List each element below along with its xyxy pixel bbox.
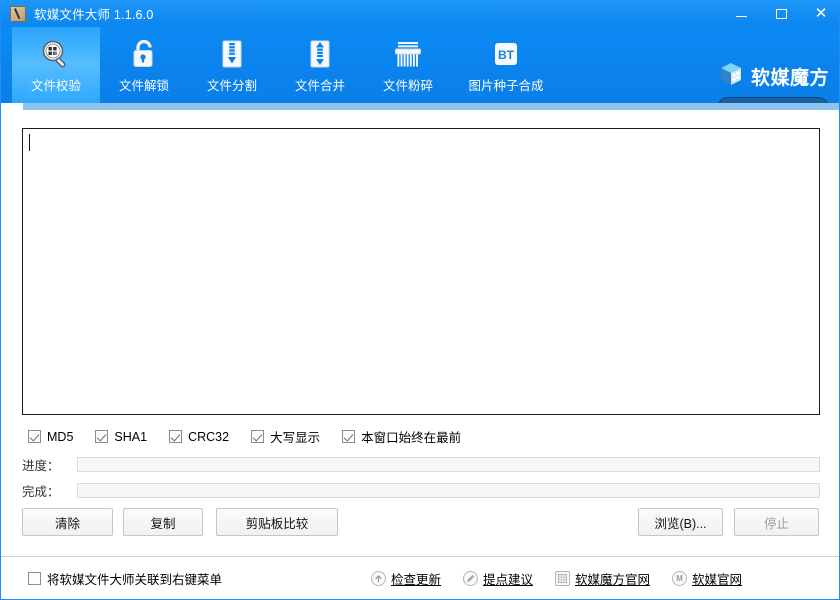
pencil-circle-icon bbox=[463, 571, 478, 586]
copy-button[interactable]: 复制 bbox=[123, 508, 203, 536]
tab-label: 文件分割 bbox=[207, 75, 257, 94]
brand-row: 软媒魔方 bbox=[718, 61, 829, 92]
tab-file-split[interactable]: 文件分割 bbox=[188, 27, 276, 103]
checkbox-box[interactable] bbox=[342, 430, 355, 443]
checkbox-crc32[interactable]: CRC32 bbox=[169, 430, 229, 444]
letter-m-circle-icon: M bbox=[672, 571, 687, 586]
minimize-button[interactable] bbox=[721, 0, 761, 27]
checkbox-box[interactable] bbox=[95, 430, 108, 443]
link-ruanmei-site[interactable]: M 软媒官网 bbox=[672, 569, 742, 588]
tab-file-verify[interactable]: 文件校验 bbox=[12, 27, 100, 103]
shredder-icon bbox=[390, 36, 426, 70]
tab-label: 文件解锁 bbox=[119, 75, 169, 94]
progress-label: 完成： bbox=[22, 481, 77, 500]
tab-label: 文件粉碎 bbox=[383, 75, 433, 94]
progress-row-current: 进度： bbox=[22, 455, 820, 474]
svg-text:BT: BT bbox=[498, 48, 515, 62]
checkbox-box[interactable] bbox=[251, 430, 264, 443]
checkbox-label: MD5 bbox=[47, 430, 73, 444]
file-merge-updown-icon bbox=[302, 36, 338, 70]
window-title: 软媒文件大师 1.1.6.0 bbox=[34, 4, 154, 23]
close-icon: ✕ bbox=[815, 6, 828, 21]
tab-label: 文件合并 bbox=[295, 75, 345, 94]
link-label: 检查更新 bbox=[391, 569, 441, 588]
hash-options-row: MD5 SHA1 CRC32 大写显示 本窗口始终在最前 bbox=[28, 427, 483, 446]
link-ruanmei-cube-site[interactable]: 软媒魔方官网 bbox=[555, 569, 650, 588]
title-bar[interactable]: 软媒文件大师 1.1.6.0 ✕ bbox=[1, 0, 840, 27]
clear-button[interactable]: 清除 bbox=[22, 508, 113, 536]
checkbox-label: 本窗口始终在最前 bbox=[361, 427, 461, 446]
progress-row-complete: 完成： bbox=[22, 481, 820, 500]
brand-name: 软媒魔方 bbox=[751, 63, 829, 90]
tab-label: 图片种子合成 bbox=[468, 75, 543, 94]
checkbox-box[interactable] bbox=[169, 430, 182, 443]
status-bar: 将软媒文件大师关联到右键菜单 检查更新 bbox=[1, 557, 840, 600]
checkbox-md5[interactable]: MD5 bbox=[28, 430, 73, 444]
progress-bar-complete bbox=[77, 483, 820, 498]
checkbox-context-menu-assoc[interactable]: 将软媒文件大师关联到右键菜单 bbox=[28, 569, 222, 588]
link-check-update[interactable]: 检查更新 bbox=[371, 569, 441, 588]
checkbox-box[interactable] bbox=[28, 572, 41, 585]
grid-square-icon bbox=[555, 571, 570, 586]
checkbox-label: CRC32 bbox=[188, 430, 229, 444]
ruanmei-cube-logo bbox=[718, 61, 744, 92]
tab-file-merge[interactable]: 文件合并 bbox=[276, 27, 364, 103]
browse-button[interactable]: 浏览(B)... bbox=[638, 508, 723, 536]
checkbox-sha1[interactable]: SHA1 bbox=[95, 430, 147, 444]
close-button[interactable]: ✕ bbox=[801, 0, 840, 27]
toolbar-separator bbox=[1, 103, 840, 110]
link-label: 提点建议 bbox=[483, 569, 533, 588]
file-split-down-icon bbox=[214, 36, 250, 70]
result-textarea[interactable] bbox=[22, 128, 820, 415]
maximize-button[interactable] bbox=[761, 0, 801, 27]
checkbox-label: SHA1 bbox=[114, 430, 147, 444]
open-padlock-icon bbox=[126, 36, 162, 70]
checkbox-label: 将软媒文件大师关联到右键菜单 bbox=[47, 569, 222, 588]
checkbox-box[interactable] bbox=[28, 430, 41, 443]
progress-bar-current bbox=[77, 457, 820, 472]
result-text bbox=[23, 129, 819, 137]
progress-label: 进度： bbox=[22, 455, 77, 474]
text-caret bbox=[29, 134, 30, 151]
minimize-icon bbox=[736, 16, 747, 17]
tab-strip: 文件校验 文件解锁 bbox=[1, 27, 560, 103]
tab-file-shred[interactable]: 文件粉碎 bbox=[364, 27, 452, 103]
link-label: 软媒官网 bbox=[692, 569, 742, 588]
clipboard-compare-button[interactable]: 剪贴板比较 bbox=[216, 508, 338, 536]
checkbox-uppercase[interactable]: 大写显示 bbox=[251, 427, 320, 446]
status-links: 检查更新 提点建议 bbox=[371, 557, 764, 600]
stop-button: 停止 bbox=[734, 508, 819, 536]
file-master-icon bbox=[10, 6, 26, 22]
tab-label: 文件校验 bbox=[31, 75, 81, 94]
bt-seed-icon: BT bbox=[488, 36, 524, 70]
window-controls: ✕ bbox=[721, 0, 840, 27]
tab-file-unlock[interactable]: 文件解锁 bbox=[100, 27, 188, 103]
toolbar: 文件校验 文件解锁 bbox=[1, 27, 840, 103]
checkbox-label: 大写显示 bbox=[270, 427, 320, 446]
magnifier-binary-icon bbox=[38, 36, 74, 70]
main-content: MD5 SHA1 CRC32 大写显示 本窗口始终在最前 进度： bbox=[1, 110, 840, 600]
up-arrow-circle-icon bbox=[371, 571, 386, 586]
link-feedback[interactable]: 提点建议 bbox=[463, 569, 533, 588]
checkbox-always-on-top[interactable]: 本窗口始终在最前 bbox=[342, 427, 461, 446]
maximize-icon bbox=[776, 9, 787, 19]
link-label: 软媒魔方官网 bbox=[575, 569, 650, 588]
tab-image-seed-merge[interactable]: BT 图片种子合成 bbox=[452, 27, 560, 103]
application-window: 软媒文件大师 1.1.6.0 ✕ bbox=[0, 0, 840, 600]
